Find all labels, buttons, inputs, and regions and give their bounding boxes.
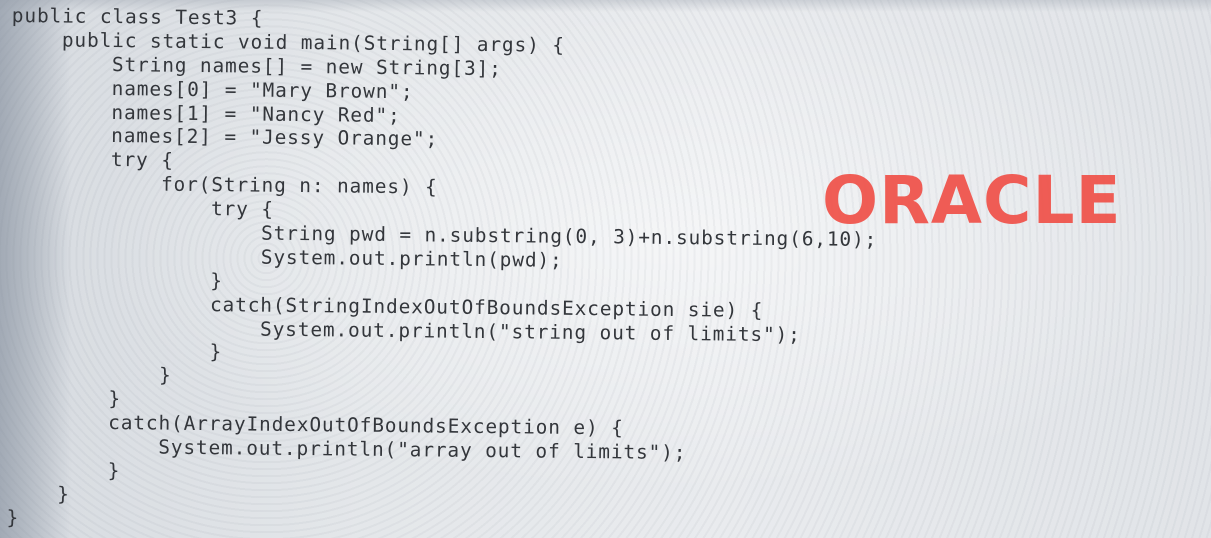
java-code-block: public class Test3 { public static void … (6, 4, 879, 538)
code-screenshot: public class Test3 { public static void … (0, 0, 1211, 538)
oracle-logo-watermark: ORACLE (822, 162, 1122, 239)
